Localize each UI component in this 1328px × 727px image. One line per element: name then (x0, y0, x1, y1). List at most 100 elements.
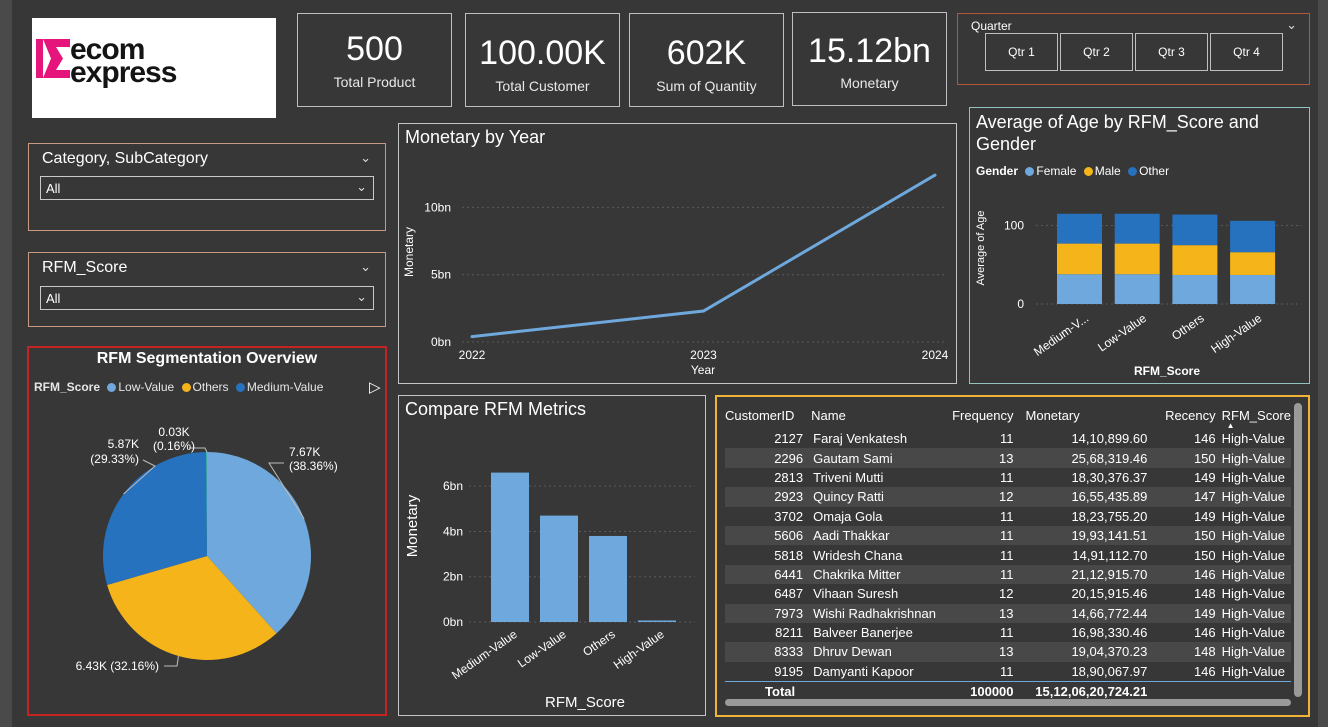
table-cell-monetary: 20,15,915.46 (1071, 586, 1148, 602)
table-header: CustomerID Name Frequency Monetary Recen… (725, 401, 1291, 431)
table-cell-rfm_score: High-Value (1221, 663, 1285, 679)
data-point (702, 309, 705, 313)
table-cell-monetary: 14,91,112.70 (1072, 547, 1148, 563)
table-cell-monetary: 21,12,915.70 (1013, 564, 1148, 585)
table-row[interactable]: 6487 Vihaan Suresh 12 20,15,915.46 148 High-V… (725, 584, 1291, 603)
table-cell-recency: 148 (1147, 642, 1216, 662)
table-row[interactable]: 7973 Wishi Radhakrishnan 13 14,66,772.44 149… (725, 603, 1291, 623)
quarter-button-q3[interactable]: Qtr 3 (1135, 33, 1208, 71)
table-cell-recency: 146 (1193, 431, 1216, 447)
table-cell-recency: 150 (1193, 547, 1216, 563)
x-tick-label: Others (1169, 311, 1207, 343)
kpi-card-monetary: 15.12bn Monetary (792, 12, 947, 106)
y-tick-label: 2bn (443, 570, 463, 584)
kpi-card-total-product: 500 Total Product (297, 13, 452, 107)
table-cell-monetary: 14,66,772.44 (1013, 603, 1148, 623)
kpi-label: Sum of Quantity (656, 78, 757, 94)
table-cell-frequency: 13 (944, 642, 1014, 662)
chevron-down-icon: ⌄ (356, 179, 367, 194)
data-point (933, 173, 937, 177)
x-axis-title: RFM_Score (1134, 364, 1200, 378)
category-dropdown[interactable]: All ⌄ (40, 176, 374, 200)
table-cell-monetary: 19,04,370.23 (1013, 642, 1148, 662)
data-label: 5.87K (108, 437, 139, 451)
quarter-button-q2[interactable]: Qtr 2 (1060, 33, 1133, 71)
table-row[interactable]: 2296 Gautam Sami 13 25,68,319.46 150 High-Val… (725, 448, 1291, 468)
table-row[interactable]: 5818 Wridesh Chana 11 14,91,112.70 150 High-V… (725, 545, 1291, 564)
y-axis-title: Monetary (404, 494, 421, 557)
rfm-score-slicer: RFM_Score ⌄ All ⌄ (28, 252, 386, 327)
table-row[interactable]: 2813 Triveni Mutti 11 18,30,376.37 149 High-V… (725, 468, 1291, 487)
kpi-value: 100.00K (479, 34, 606, 72)
x-tick-label: 2022 (459, 348, 486, 362)
column-header[interactable]: Monetary (1014, 401, 1148, 429)
data-point (470, 335, 474, 339)
bar-segment (1172, 214, 1218, 246)
table-cell-customerid: 5818 (774, 547, 804, 563)
table-cell-recency: 146 (1193, 663, 1216, 679)
table-cell-name: Dhruv Dewan (803, 642, 945, 662)
table-row[interactable]: 2127 Faraj Venkatesh 11 14,10,899.60 146 High… (725, 429, 1291, 448)
logo-bar (36, 39, 43, 78)
column-header[interactable]: CustomerID (725, 401, 803, 429)
x-tick-label: 2024 (922, 348, 949, 362)
x-axis-title: RFM_Score (545, 694, 625, 711)
table-cell-rfm_score: High-Value (1215, 564, 1291, 585)
bar-segment (1057, 213, 1102, 244)
table-cell-recency: 149 (1147, 603, 1216, 623)
table-row[interactable]: 5606 Aadi Thakkar 11 19,93,141.51 150 High-Va… (725, 525, 1291, 546)
sort-asc-icon: ▲ (1226, 421, 1235, 430)
bar-segment (1172, 274, 1218, 304)
x-tick-label: Low-Value (515, 627, 569, 671)
data-label: (38.36%) (289, 459, 338, 473)
column-header[interactable]: Recency (1147, 401, 1216, 429)
table-cell-frequency: 11 (1000, 663, 1014, 679)
kpi-label: Total Product (333, 74, 416, 90)
y-tick-label: 10bn (424, 200, 451, 214)
table-body: 2127 Faraj Venkatesh 11 14,10,899.60 146 High… (725, 429, 1291, 682)
kpi-card-total-customer: 100.00K Total Customer (465, 13, 620, 107)
table-cell-rfm_score: High-Value (1221, 625, 1285, 641)
monetary-by-year-panel: Monetary by Year 0bn 5bn 10bn 2022 2023 2024 Y… (398, 123, 957, 384)
y-tick-label: 0bn (431, 335, 451, 349)
table-cell-rfm_score: High-Value (1215, 448, 1291, 468)
y-tick-label: 0 (1017, 297, 1024, 311)
column-header[interactable]: Name (803, 401, 944, 429)
vertical-scrollbar[interactable] (1294, 403, 1302, 697)
table-row[interactable]: 8333 Dhruv Dewan 13 19,04,370.23 148 High-Val… (725, 642, 1291, 662)
table-cell-name: Quincy Ratti (803, 487, 945, 507)
table-cell-name: Damyanti Kapoor (813, 663, 914, 679)
bar-segment (1114, 274, 1160, 304)
chevron-down-icon[interactable]: ⌄ (360, 150, 371, 166)
table-row[interactable]: 6441 Chakrika Mitter 11 21,12,915.70 146 High… (725, 564, 1291, 585)
quarter-button-q4[interactable]: Qtr 4 (1210, 33, 1283, 71)
quarter-slicer-title: Quarter (971, 19, 1012, 33)
chevron-down-icon[interactable]: ⌄ (360, 259, 371, 275)
table-row[interactable]: 3702 Omaja Gola 11 18,23,755.20 149 High-Valu… (725, 507, 1291, 526)
x-tick-label: High-Value (1208, 311, 1264, 356)
column-header[interactable]: Frequency (944, 401, 1013, 429)
table-row[interactable]: 2923 Quincy Ratti 12 16,55,435.89 147 High-Va… (725, 487, 1291, 507)
table-cell-customerid: 2296 (725, 448, 804, 468)
column-header-sorted[interactable]: RFM_Score ▲ (1216, 401, 1291, 431)
rfm-dropdown-value: All (46, 291, 61, 306)
table-cell-monetary: 16,55,435.89 (1013, 487, 1148, 507)
rfm-dropdown[interactable]: All ⌄ (40, 286, 374, 310)
table-cell-customerid: 2127 (774, 431, 804, 447)
x-tick-label: Medium-Value (449, 627, 520, 683)
table-cell-recency: 148 (1193, 586, 1216, 602)
table-cell-name: Balveer Banerjee (813, 625, 913, 641)
left-frame (0, 0, 12, 727)
horizontal-scrollbar[interactable] (725, 699, 1291, 706)
compare-rfm-panel: Compare RFM Metrics 0bn 2bn 4bn 6bn Medium-V… (398, 395, 706, 716)
table-cell-customerid: 2923 (725, 487, 804, 507)
table-row[interactable]: 8211 Balveer Banerjee 11 16,98,330.46 146 Hig… (725, 623, 1291, 642)
kpi-card-sum-quantity: 602K Sum of Quantity (629, 13, 784, 107)
chevron-down-icon[interactable]: ⌄ (1286, 17, 1297, 33)
table-row[interactable]: 9195 Damyanti Kapoor 11 18,90,067.97 146 High… (725, 662, 1291, 682)
kpi-label: Total Customer (495, 78, 590, 94)
table-cell-frequency: 11 (1000, 469, 1014, 485)
quarter-button-q1[interactable]: Qtr 1 (985, 33, 1058, 71)
table-cell-rfm_score: High-Value (1221, 547, 1285, 563)
table-cell-customerid: 8333 (725, 642, 804, 662)
